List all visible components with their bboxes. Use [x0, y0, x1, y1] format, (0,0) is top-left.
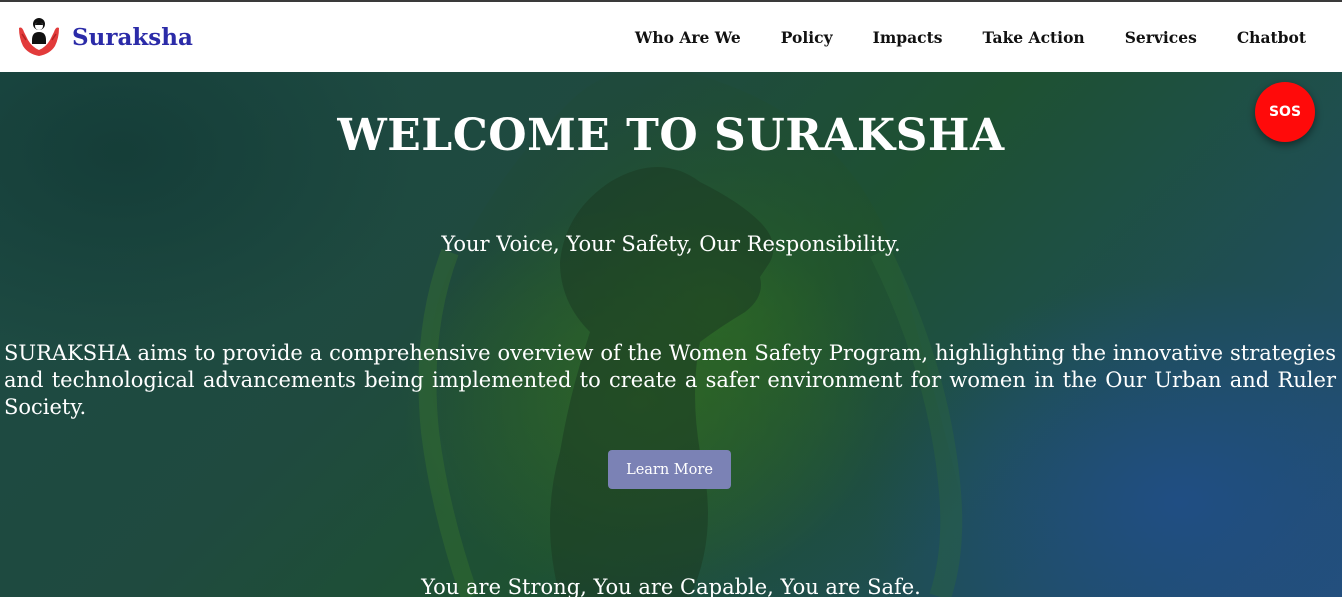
- hero-subtitle: Your Voice, Your Safety, Our Responsibil…: [441, 232, 901, 256]
- nav-impacts[interactable]: Impacts: [873, 28, 943, 47]
- hero-description: SURAKSHA aims to provide a comprehensive…: [4, 341, 1336, 419]
- hero-tagline: You are Strong, You are Capable, You are…: [421, 575, 921, 597]
- learn-more-button[interactable]: Learn More: [608, 450, 731, 489]
- brand-name: Suraksha: [72, 23, 193, 51]
- nav-services[interactable]: Services: [1125, 28, 1197, 47]
- woman-in-hands-icon: [19, 18, 59, 56]
- hero-title: WELCOME TO SURAKSHA: [337, 110, 1005, 161]
- nav-chatbot[interactable]: Chatbot: [1237, 28, 1306, 47]
- navbar: Suraksha Who Are We Policy Impacts Take …: [0, 2, 1342, 72]
- nav-who-are-we[interactable]: Who Are We: [635, 28, 741, 47]
- nav-take-action[interactable]: Take Action: [982, 28, 1084, 47]
- brand[interactable]: Suraksha: [16, 14, 193, 60]
- hero-section: SOS WELCOME TO SURAKSHA Your Voice, Your…: [0, 72, 1342, 597]
- nav-policy[interactable]: Policy: [781, 28, 833, 47]
- main-nav: Who Are We Policy Impacts Take Action Se…: [635, 2, 1342, 72]
